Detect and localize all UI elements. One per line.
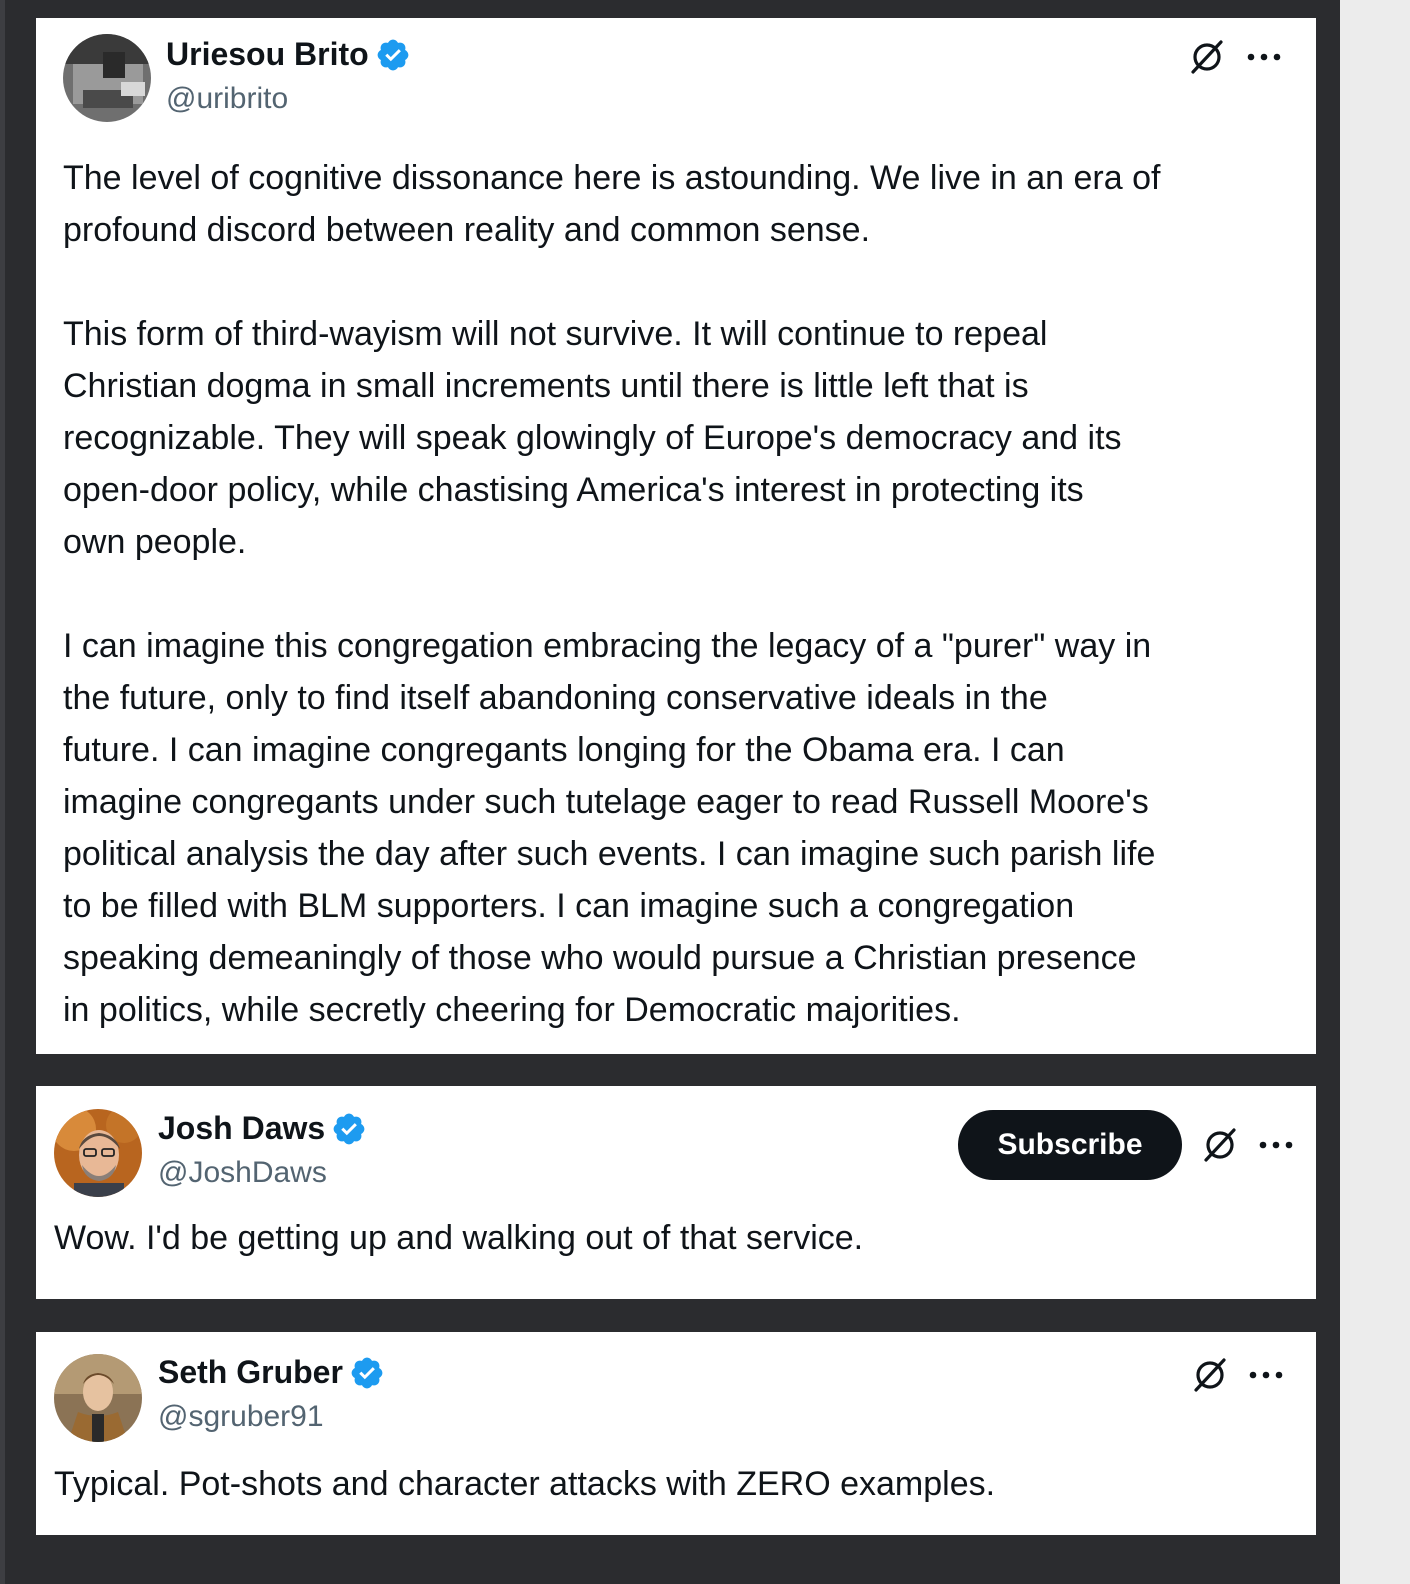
tweet-text: Typical. Pot-shots and character attacks… <box>54 1465 996 1503</box>
more-icon[interactable] <box>1248 1369 1284 1381</box>
author-handle[interactable]: @sgruber91 <box>158 1400 324 1434</box>
author-name-row: Uriesou Brito <box>166 36 411 73</box>
author-name-row: Seth Gruber <box>158 1354 385 1391</box>
tweet-paragraph: The level of cognitive dissonance here i… <box>63 159 1161 249</box>
avatar[interactable] <box>54 1354 142 1442</box>
author-name-row: Josh Daws <box>158 1110 367 1147</box>
verified-badge-icon <box>331 1111 367 1147</box>
tweet-text: Wow. I'd be getting up and walking out o… <box>54 1219 864 1257</box>
author-name[interactable]: Josh Daws <box>158 1110 325 1147</box>
more-icon[interactable] <box>1246 51 1282 63</box>
verified-badge-icon <box>349 1355 385 1391</box>
side-panel <box>1340 0 1410 1584</box>
author-name[interactable]: Seth Gruber <box>158 1354 343 1391</box>
tweet-card-uribrito[interactable]: Uriesou Brito @uribrito The level of cog… <box>36 18 1316 1054</box>
tweet-card-sgruber91[interactable]: Seth Gruber @sgruber91 Typical. Pot-shot… <box>36 1332 1316 1535</box>
tweet-paragraph: This form of third-wayism will not survi… <box>63 315 1122 561</box>
tweet-card-joshdaws[interactable]: Josh Daws @JoshDaws Subscribe Wow. I'd b… <box>36 1086 1316 1299</box>
window-edge <box>0 0 5 1584</box>
avatar[interactable] <box>54 1109 142 1197</box>
author-name[interactable]: Uriesou Brito <box>166 36 369 73</box>
subscribe-button[interactable]: Subscribe <box>958 1110 1182 1180</box>
grok-icon[interactable] <box>1188 38 1226 76</box>
grok-icon[interactable] <box>1201 1126 1239 1164</box>
tweet-paragraph: I can imagine this congregation embracin… <box>63 627 1156 1029</box>
avatar-photo-icon <box>54 1109 142 1197</box>
more-icon[interactable] <box>1258 1139 1294 1151</box>
author-handle[interactable]: @JoshDaws <box>158 1156 327 1190</box>
avatar-photo-icon <box>63 34 151 122</box>
avatar-photo-icon <box>54 1354 142 1442</box>
grok-icon[interactable] <box>1191 1356 1229 1394</box>
author-handle[interactable]: @uribrito <box>166 82 288 116</box>
verified-badge-icon <box>375 37 411 73</box>
avatar[interactable] <box>63 34 151 122</box>
